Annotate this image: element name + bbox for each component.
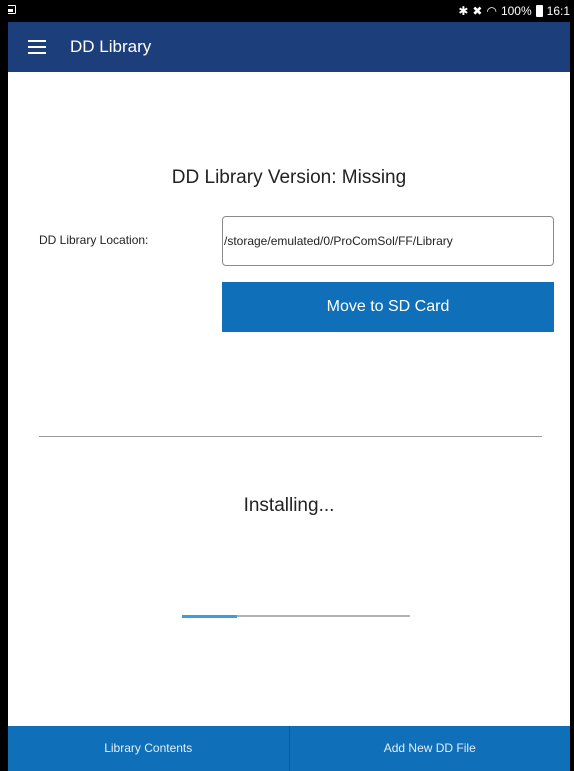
library-version-heading: DD Library Version: Missing bbox=[171, 167, 407, 188]
frame-edge-right bbox=[570, 0, 574, 771]
wifi-icon: ◠ bbox=[486, 4, 497, 18]
install-progress-bar bbox=[182, 614, 410, 618]
battery-icon bbox=[535, 5, 543, 17]
status-icons: ✱ ✖ ◠ 100% 16:1 bbox=[458, 3, 570, 19]
installing-status: Installing... bbox=[243, 495, 335, 516]
status-bar: ✱ ✖ ◠ 100% 16:1 bbox=[8, 0, 570, 22]
app-bar: DD Library bbox=[8, 22, 570, 72]
frame-edge-left bbox=[0, 0, 8, 771]
app-screen: ✱ ✖ ◠ 100% 16:1 DD Library DD Library Ve… bbox=[8, 0, 570, 771]
install-progress-fill bbox=[182, 614, 237, 618]
library-location-field[interactable]: /storage/emulated/0/ProComSol/FF/Library bbox=[222, 216, 554, 266]
app-title: DD Library bbox=[70, 37, 152, 56]
clock: 16:1 bbox=[546, 4, 570, 18]
bottom-action-bar: Library Contents Add New DD File bbox=[8, 726, 570, 771]
library-location-label: DD Library Location: bbox=[39, 233, 149, 247]
section-divider bbox=[39, 436, 542, 437]
library-contents-button[interactable]: Library Contents bbox=[8, 726, 289, 771]
add-new-dd-file-button[interactable]: Add New DD File bbox=[290, 726, 571, 771]
move-to-sd-card-button[interactable]: Move to SD Card bbox=[222, 282, 554, 332]
mute-icon: ✖ bbox=[472, 4, 483, 18]
battery-percent: 100% bbox=[500, 4, 532, 18]
bluetooth-icon: ✱ bbox=[458, 4, 469, 18]
device-frame: ✱ ✖ ◠ 100% 16:1 DD Library DD Library Ve… bbox=[0, 0, 574, 771]
gallery-icon bbox=[8, 5, 16, 14]
hamburger-menu-icon[interactable] bbox=[28, 40, 46, 54]
